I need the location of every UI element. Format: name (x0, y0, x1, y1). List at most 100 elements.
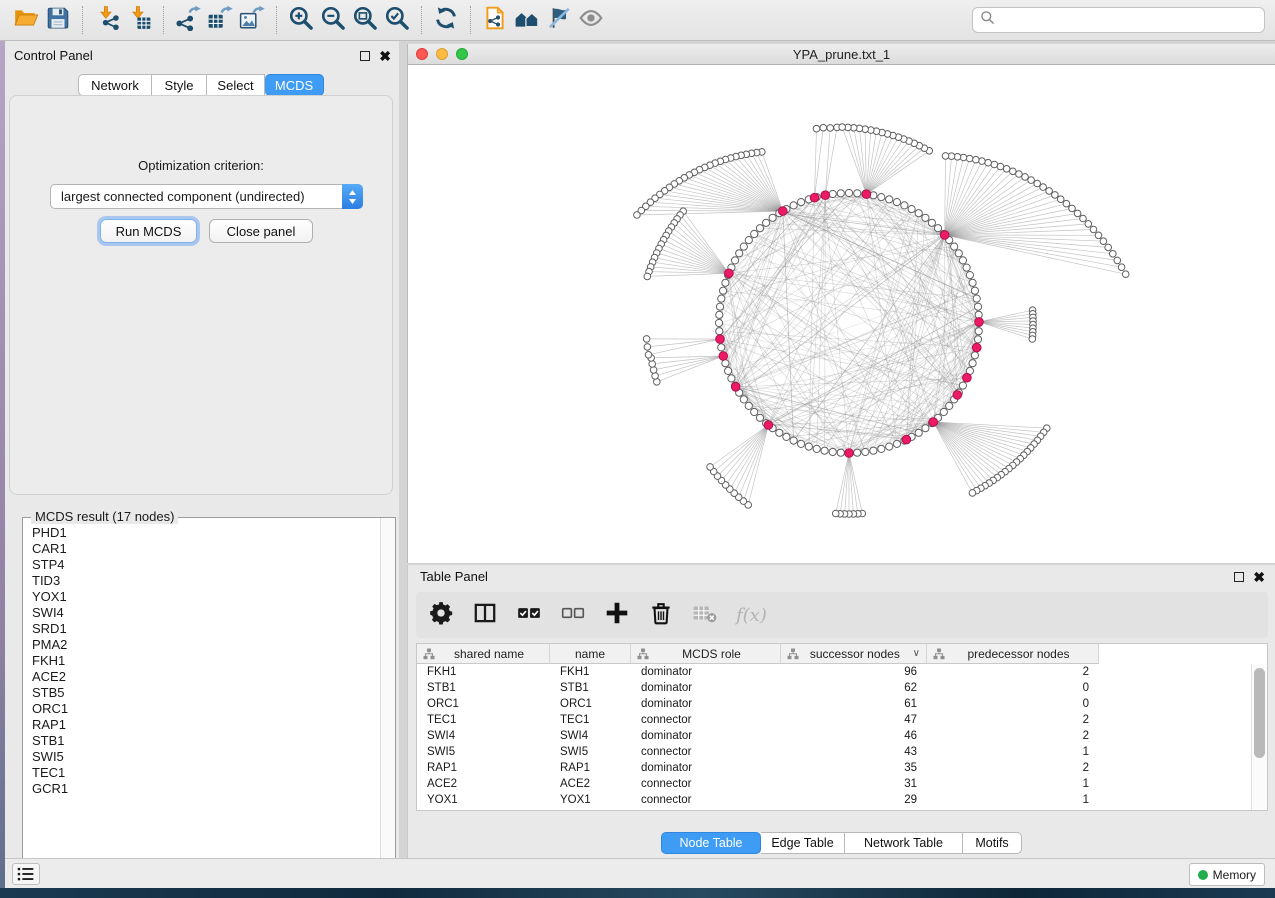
mcds-result-list[interactable]: PHD1CAR1STP4TID3YOX1SWI4SRD1PMA2FKH1ACE2… (24, 521, 379, 887)
memory-button[interactable]: Memory (1189, 863, 1265, 886)
mcds-result-item[interactable]: ORC1 (32, 701, 379, 717)
tab-select[interactable]: Select (207, 74, 265, 96)
table-body: FKH1FKH1dominator962STB1STB1dominator620… (417, 664, 1251, 810)
cell-name: ORC1 (550, 698, 631, 710)
network-edges (637, 127, 1126, 514)
home-pair-button[interactable] (511, 4, 543, 36)
export-image-icon (239, 5, 265, 36)
column-header-MCDS-role[interactable]: MCDS role (631, 644, 781, 664)
run-mcds-button[interactable]: Run MCDS (100, 219, 197, 243)
cell-predecessors: 2 (927, 714, 1099, 726)
mcds-result-item[interactable]: PHD1 (32, 525, 379, 541)
delete-column-button[interactable] (648, 600, 674, 630)
export-image-button[interactable] (236, 4, 268, 36)
network-titlebar[interactable]: YPA_prune.txt_1 (408, 44, 1275, 65)
table-row[interactable]: ACE2ACE2connector311 (417, 776, 1251, 792)
mcds-result-item[interactable]: SRD1 (32, 621, 379, 637)
show-columns-button[interactable] (516, 600, 542, 630)
network-view[interactable] (408, 65, 1275, 563)
hide-columns-button[interactable] (560, 600, 586, 630)
mcds-result-item[interactable]: RAP1 (32, 717, 379, 733)
mcds-result-item[interactable]: CAR1 (32, 541, 379, 557)
export-table-button[interactable] (204, 4, 236, 36)
share-document-button[interactable] (479, 4, 511, 36)
tab-style[interactable]: Style (152, 74, 207, 96)
open-session-button[interactable] (10, 4, 42, 36)
table-row[interactable]: FKH1FKH1dominator962 (417, 664, 1251, 680)
import-network-button[interactable] (91, 4, 123, 36)
cell-role: dominator (631, 666, 781, 678)
tab-network[interactable]: Network (78, 74, 152, 96)
mcds-result-item[interactable]: GCR1 (32, 781, 379, 797)
tab-node-table[interactable]: Node Table (661, 832, 761, 854)
table-scrollbar[interactable] (1251, 664, 1267, 810)
tree-icon (787, 648, 799, 660)
mcds-result-item[interactable]: SWI5 (32, 749, 379, 765)
mcds-result-item[interactable]: YOX1 (32, 589, 379, 605)
network-graph[interactable] (408, 65, 1275, 563)
mcds-result-item[interactable]: PMA2 (32, 637, 379, 653)
mcds-result-scrollbar[interactable] (380, 518, 395, 888)
close-table-panel-icon[interactable]: ✖ (1253, 572, 1265, 582)
control-panel-title: Control Panel (14, 48, 93, 63)
mcds-result-item[interactable]: STB5 (32, 685, 379, 701)
task-history-button[interactable] (12, 863, 40, 885)
cell-successors: 62 (781, 682, 927, 694)
mcds-result-item[interactable]: SWI4 (32, 605, 379, 621)
fx-icon: f(x) (736, 605, 767, 626)
close-panel-icon[interactable]: ✖ (379, 51, 391, 61)
tab-network-table[interactable]: Network Table (845, 832, 963, 854)
zoom-out-button[interactable] (317, 4, 349, 36)
table-row[interactable]: PHD1PHD1dominator180 (417, 808, 1251, 810)
table-settings-button[interactable] (428, 600, 454, 630)
zoom-selected-button[interactable] (381, 4, 413, 36)
table-row[interactable]: TEC1TEC1connector472 (417, 712, 1251, 728)
save-session-button[interactable] (42, 4, 74, 36)
cell-name: RAP1 (550, 762, 631, 774)
show-view-button[interactable] (575, 4, 607, 36)
table-row[interactable]: ORC1ORC1dominator610 (417, 696, 1251, 712)
mcds-result-item[interactable]: TEC1 (32, 765, 379, 781)
search-box[interactable] (972, 7, 1265, 33)
float-table-panel-icon[interactable] (1234, 572, 1244, 582)
close-panel-button[interactable]: Close panel (209, 219, 313, 243)
node-table: shared namename MCDS role successor nodes∨… (416, 643, 1268, 811)
cell-predecessors: 1 (927, 794, 1099, 806)
table-row[interactable]: SWI5SWI5connector431 (417, 744, 1251, 760)
table-row[interactable]: STB1STB1dominator620 (417, 680, 1251, 696)
zoom-fit-button[interactable] (349, 4, 381, 36)
table-row[interactable]: YOX1YOX1connector291 (417, 792, 1251, 808)
add-column-button[interactable] (604, 600, 630, 630)
column-header-shared-name[interactable]: shared name (417, 644, 550, 664)
table-row[interactable]: RAP1RAP1dominator352 (417, 760, 1251, 776)
mcds-result-item[interactable]: ACE2 (32, 669, 379, 685)
hide-labels-button[interactable] (543, 4, 575, 36)
column-header-successor-nodes[interactable]: successor nodes∨ (781, 644, 927, 664)
mcds-result-item[interactable]: FKH1 (32, 653, 379, 669)
import-table-button[interactable] (123, 4, 155, 36)
panel-splitter-vertical[interactable] (399, 41, 407, 858)
export-network-button[interactable] (172, 4, 204, 36)
tab-edge-table[interactable]: Edge Table (761, 832, 845, 854)
float-panel-icon[interactable] (360, 51, 370, 61)
mcds-result-item[interactable]: STP4 (32, 557, 379, 573)
refresh-button[interactable] (430, 4, 462, 36)
zoom-out-icon (320, 5, 346, 36)
column-header-predecessor-nodes[interactable]: predecessor nodes (927, 644, 1099, 664)
criterion-dropdown[interactable]: largest connected component (undirected) (50, 184, 363, 209)
mcds-result-item[interactable]: STB1 (32, 733, 379, 749)
table-row[interactable]: SWI4SWI4dominator462 (417, 728, 1251, 744)
zoom-in-button[interactable] (285, 4, 317, 36)
tab-motifs[interactable]: Motifs (963, 832, 1022, 854)
table-scrollbar-thumb[interactable] (1254, 668, 1265, 758)
cell-role: dominator (631, 762, 781, 774)
table-toolbar: f(x) (416, 592, 1268, 638)
search-input[interactable] (1000, 13, 1257, 28)
cell-shared_name: TEC1 (417, 714, 550, 726)
toolbar-separator (82, 6, 83, 34)
column-header-name[interactable]: name (550, 644, 631, 664)
tab-mcds[interactable]: MCDS (265, 74, 324, 96)
split-pane-button[interactable] (472, 600, 498, 630)
mcds-result-item[interactable]: TID3 (32, 573, 379, 589)
column-label: MCDS role (649, 647, 774, 661)
